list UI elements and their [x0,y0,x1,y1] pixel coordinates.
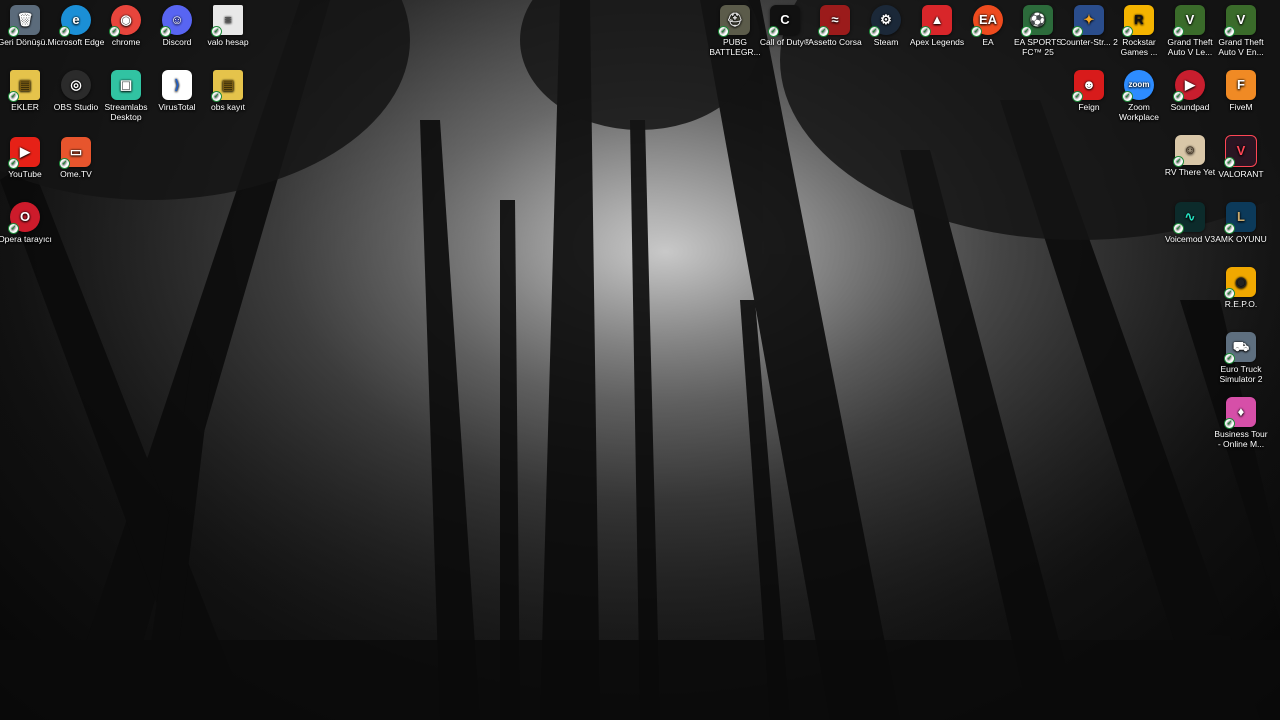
league-icon: L ✓ [1224,202,1256,234]
sync-badge-icon: ✓ [59,158,70,169]
sync-badge-icon: ✓ [818,26,829,37]
sync-badge-icon: ✓ [1173,26,1184,37]
youtube-icon: ▶ ✓ [8,137,40,169]
sync-badge-icon: ✓ [1173,91,1184,102]
rockstar-icon: R ✓ [1122,5,1154,37]
feign-icon: ☻ ✓ [1072,70,1104,102]
valorant-icon: V ✓ [1224,135,1257,168]
repo-icon: ◉ ✓ [1224,267,1256,299]
sync-badge-icon: ✓ [8,223,19,234]
sync-badge-icon: ✓ [8,91,19,102]
steam-icon: ⚙ ✓ [869,5,901,37]
gta-v-icon: V ✓ [1224,5,1256,37]
desktop-icon-amk-oyunu[interactable]: L ✓ AMK OYUNU [1211,202,1271,244]
gta-v-icon: V ✓ [1173,5,1205,37]
pubg-icon: ⛑ ✓ [718,5,750,37]
sync-badge-icon: ✓ [211,26,222,37]
desktop-icon-label: VALORANT [1218,169,1264,179]
sync-badge-icon: ✓ [1224,223,1235,234]
desktop-icon-label: Euro Truck Simulator 2 [1219,364,1263,384]
desktop-icon-gta-v-enhanced[interactable]: V ✓ Grand Theft Auto V En... [1211,5,1271,57]
desktop-icon-fivem[interactable]: F FiveM [1211,70,1271,112]
ometv-icon: ▭ ✓ [59,137,91,169]
sync-badge-icon: ✓ [1122,91,1133,102]
soundpad-icon: ▶ ✓ [1173,70,1205,102]
sync-badge-icon: ✓ [8,158,19,169]
sync-badge-icon: ✓ [160,26,171,37]
desktop-icon-business-tour[interactable]: ♦ ✓ Business Tour - Online M... [1211,397,1271,449]
desktop-icon-label: AMK OYUNU [1215,234,1267,244]
folder-icon: ▤ ✓ [8,70,40,102]
sync-badge-icon: ✓ [1021,26,1032,37]
voicemod-icon: ∿ ✓ [1173,202,1205,234]
sync-badge-icon: ✓ [1122,26,1133,37]
discord-icon: ☺ ✓ [160,5,192,37]
folder-icon: ▤ ✓ [211,70,243,102]
desktop-icon-label: obs kayıt [210,102,246,112]
sync-badge-icon: ✓ [718,26,729,37]
virustotal-icon: ⟩ [162,70,192,100]
desktop-icon-opera[interactable]: O ✓ Opera tarayıcı [0,202,55,244]
sync-badge-icon: ✓ [1173,223,1184,234]
desktop-icon-repo[interactable]: ◉ ✓ R.E.P.O. [1211,267,1271,309]
sync-badge-icon: ✓ [1224,157,1235,168]
recycle-bin-icon: 🗑 ✓ [8,5,40,37]
ea-sports-fc-icon: ⚽ ✓ [1021,5,1053,37]
text-file-icon: ≡ ✓ [211,5,243,37]
call-of-duty-icon: C ✓ [768,5,800,37]
streamlabs-icon: ▣ [111,70,141,100]
sync-badge-icon: ✓ [869,26,880,37]
sync-badge-icon: ✓ [1224,26,1235,37]
sync-badge-icon: ✓ [109,26,120,37]
desktop-icon-label: Opera tarayıcı [0,234,52,244]
opera-icon: O ✓ [8,202,40,234]
sync-badge-icon: ✓ [1224,288,1235,299]
desktop-icon-label: Business Tour - Online M... [1214,429,1268,449]
desktop-icon-label: FiveM [1229,102,1253,112]
desktop-icon-valorant[interactable]: V ✓ VALORANT [1211,135,1271,179]
sync-badge-icon: ✓ [1072,91,1083,102]
desktop-icon-label: valo hesap [207,37,249,47]
assetto-corsa-icon: ≈ ✓ [818,5,850,37]
sync-badge-icon: ✓ [1224,418,1235,429]
sync-badge-icon: ✓ [920,26,931,37]
desktop-icon-valo-hesap[interactable]: ≡ ✓ valo hesap [198,5,258,47]
apex-legends-icon: ▲ ✓ [920,5,952,37]
fivem-icon: F [1226,70,1256,100]
desktop-icon-label: Ome.TV [60,169,92,179]
zoom-icon: zoom ✓ [1122,70,1154,102]
sync-badge-icon: ✓ [768,26,779,37]
sync-badge-icon: ✓ [1224,353,1235,364]
sync-badge-icon: ✓ [211,91,222,102]
ea-icon: EA ✓ [971,5,1003,37]
sync-badge-icon: ✓ [59,26,70,37]
euro-truck-icon: ⛟ ✓ [1224,332,1256,364]
rv-there-yet-icon: ☺ ✓ [1173,135,1205,167]
desktop-icon-obs-kayit[interactable]: ▤ ✓ obs kayıt [198,70,258,112]
sync-badge-icon: ✓ [1072,26,1083,37]
obs-icon: ◎ [61,70,91,100]
chrome-icon: ◉ ✓ [109,5,141,37]
desktop-icon-label: Grand Theft Auto V En... [1218,37,1264,57]
desktop-icon-label: R.E.P.O. [1224,299,1258,309]
business-tour-icon: ♦ ✓ [1224,397,1256,429]
desktop-icon-euro-truck[interactable]: ⛟ ✓ Euro Truck Simulator 2 [1211,332,1271,384]
sync-badge-icon: ✓ [1173,156,1184,167]
sync-badge-icon: ✓ [8,26,19,37]
edge-icon: e ✓ [59,5,91,37]
sync-badge-icon: ✓ [971,26,982,37]
counter-strike-icon: ✦ ✓ [1072,5,1104,37]
desktop-icon-ometv[interactable]: ▭ ✓ Ome.TV [46,137,106,179]
